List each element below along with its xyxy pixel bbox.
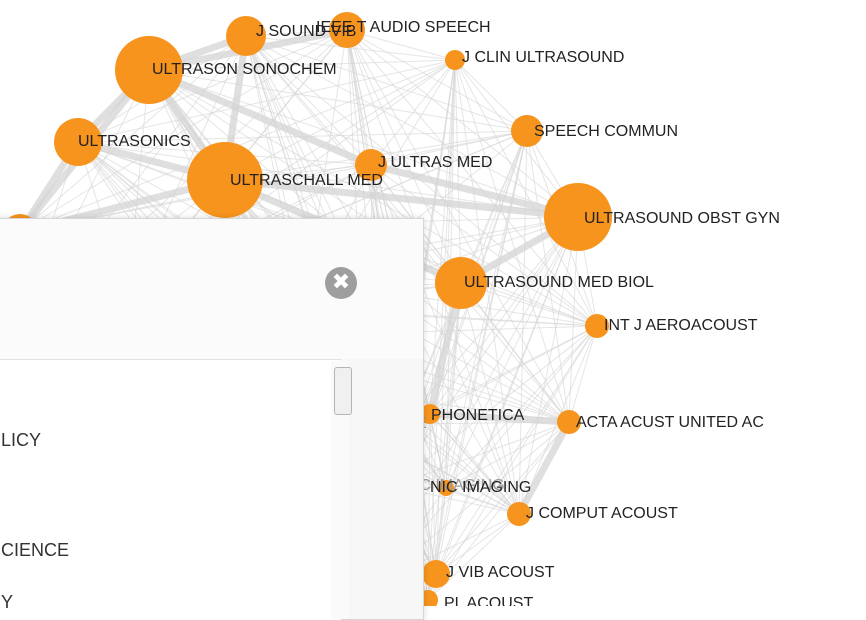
node-label: ULTRASOUND OBST GYN (584, 210, 780, 227)
node-label: IEEE T AUDIO SPEECH (316, 19, 491, 36)
node-label: PL ACOUST (444, 595, 533, 606)
node-label: ULTRASONICS (78, 133, 191, 150)
node-label: ULTRASCHALL MED (230, 172, 383, 189)
node-label: NIC IMAGING (430, 479, 531, 496)
node-label: SPEECH COMMUN (534, 123, 678, 140)
node-label: J COMPUT ACOUST (526, 505, 678, 522)
dialog-list[interactable]: LICY CIENCE Y (0, 359, 341, 620)
scrollbar-thumb[interactable] (334, 367, 352, 415)
list-item[interactable]: Y (1, 592, 13, 613)
node-label: ULTRASON SONOCHEM (152, 61, 337, 78)
list-item[interactable]: CIENCE (1, 540, 69, 561)
node-label: J VIB ACOUST (446, 564, 555, 581)
list-item[interactable]: LICY (1, 430, 41, 451)
node-label: ACTA ACUST UNITED AC (576, 414, 764, 431)
graph-edge (346, 29, 528, 132)
dialog-header (0, 219, 423, 359)
node-label: PHONETICA (431, 407, 525, 424)
close-icon[interactable]: ✖ (325, 267, 357, 299)
details-dialog: ✖ LICY CIENCE Y (0, 218, 424, 620)
node-label: J CLIN ULTRASOUND (462, 49, 624, 66)
node-label: INT J AEROACOUST (604, 317, 758, 334)
node-label: ULTRASOUND MED BIOL (464, 274, 654, 291)
node-label: J ULTRAS MED (378, 154, 492, 171)
